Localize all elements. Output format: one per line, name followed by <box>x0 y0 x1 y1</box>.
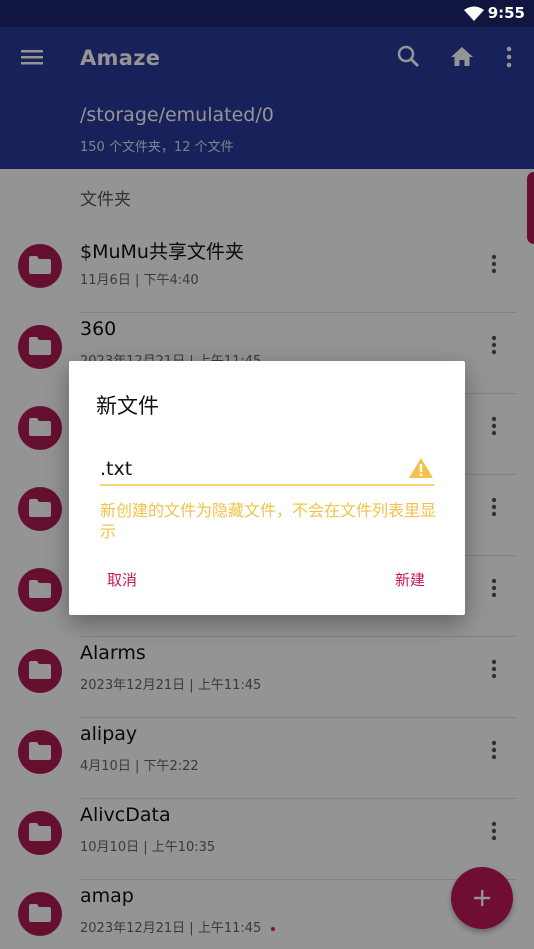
cancel-button[interactable]: 取消 <box>107 569 137 590</box>
new-file-dialog: 新文件 新创建的文件为隐藏文件，不会在文件列表里显示 取消 新建 <box>69 361 465 615</box>
warning-icon <box>409 458 433 478</box>
file-name-input[interactable] <box>100 456 434 482</box>
warning-text: 新创建的文件为隐藏文件，不会在文件列表里显示 <box>100 501 437 541</box>
status-time: 9:55 <box>487 4 525 22</box>
dialog-title: 新文件 <box>96 394 159 418</box>
status-bar: 9:55 <box>0 0 534 27</box>
create-button[interactable]: 新建 <box>395 569 425 590</box>
wifi-icon <box>464 6 484 21</box>
input-underline <box>100 484 434 486</box>
